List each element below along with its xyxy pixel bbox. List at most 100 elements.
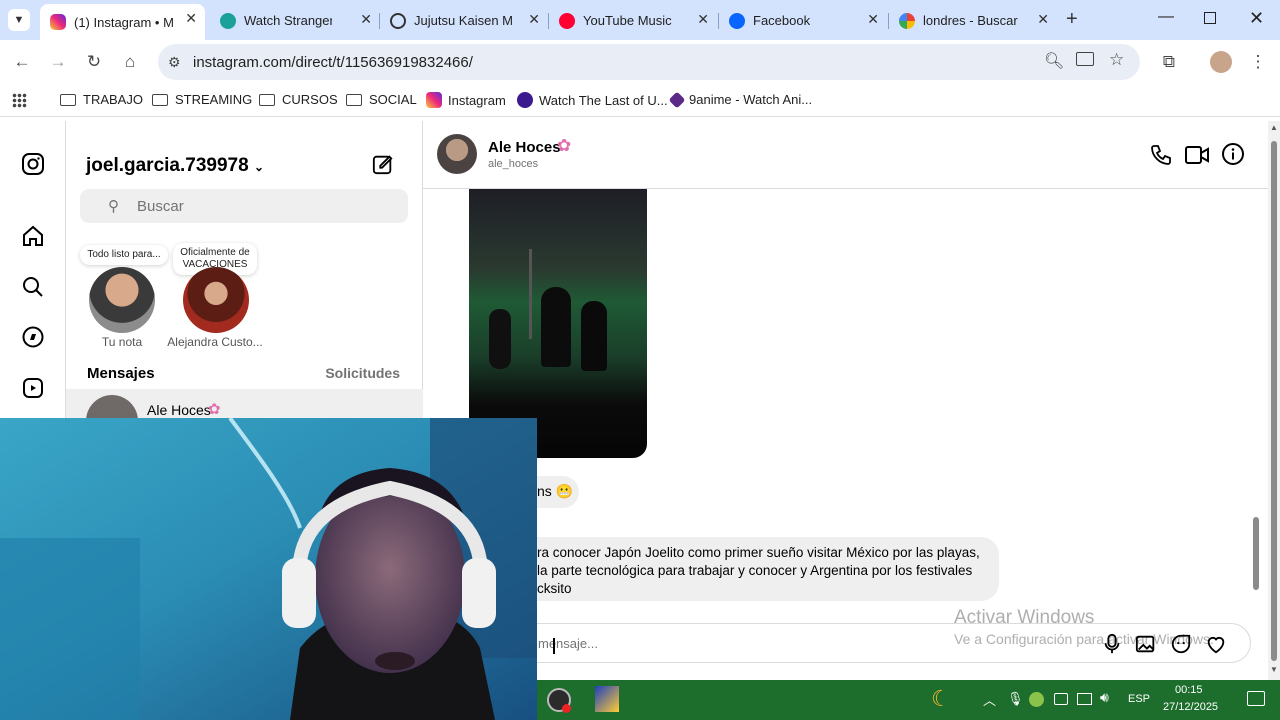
sticker-icon[interactable] xyxy=(1170,633,1192,655)
profile-avatar[interactable] xyxy=(1210,51,1232,73)
tab-google[interactable]: londres - Buscar con Google ✕ xyxy=(889,5,1057,36)
tab-jujutsu[interactable]: Jujutsu Kaisen Movie ✕ xyxy=(380,5,548,36)
explore-compass-icon[interactable] xyxy=(21,325,45,349)
info-icon[interactable] xyxy=(1221,142,1245,166)
tab-search-button[interactable]: ▼ xyxy=(8,9,30,31)
app-tray-icon[interactable] xyxy=(1029,692,1044,707)
notifications-icon[interactable] xyxy=(1247,691,1265,706)
scroll-down-arrow-icon[interactable]: ▼ xyxy=(1270,665,1278,674)
new-tab-plus-icon[interactable]: + xyxy=(1066,8,1078,31)
bookmark-folder[interactable]: STREAMING xyxy=(152,92,252,107)
bookmark-folder[interactable]: TRABAJO xyxy=(60,92,143,107)
close-window-icon[interactable]: ✕ xyxy=(1249,8,1264,29)
photo-window-frame xyxy=(529,249,532,339)
tab-title: Watch Stranger Things xyxy=(244,13,332,28)
apps-grid-icon[interactable] xyxy=(12,93,27,108)
bookmarks-bar: TRABAJO STREAMING CURSOS SOCIAL Instagra… xyxy=(0,84,1280,117)
show-hidden-icons-chevron-icon[interactable]: ︿ xyxy=(983,690,996,709)
close-icon[interactable]: ✕ xyxy=(360,11,372,28)
photo-silhouette xyxy=(489,309,511,369)
account-switcher[interactable]: joel.garcia.739978 ⌄ xyxy=(86,155,264,177)
menu-icon[interactable]: ⋮ xyxy=(1246,50,1270,74)
photo-silhouette xyxy=(581,301,607,371)
stream-icon xyxy=(220,12,236,29)
close-icon[interactable]: ✕ xyxy=(1037,11,1049,28)
page-scrollbar[interactable]: ▲ ▼ xyxy=(1268,121,1280,680)
chat-panel: Ale Hoces ✿ ale_hoces ns 😬 ra conocer Ja… xyxy=(423,121,1268,680)
microphone-icon[interactable] xyxy=(1101,633,1123,655)
tab-facebook[interactable]: Facebook ✕ xyxy=(719,5,887,36)
close-icon[interactable]: ✕ xyxy=(697,11,709,28)
my-note-avatar[interactable] xyxy=(89,267,155,333)
composer-placeholder: mensaje... xyxy=(538,636,598,651)
microphone-tray-icon[interactable]: 🎙︎ xyxy=(1007,691,1024,707)
image-upload-icon[interactable] xyxy=(1135,633,1157,655)
minimize-icon[interactable]: — xyxy=(1158,8,1174,26)
home-icon[interactable] xyxy=(21,224,45,248)
zoom-icon[interactable]: 🔍︎ xyxy=(1044,51,1064,71)
video-call-icon[interactable] xyxy=(1184,143,1210,167)
network-icon[interactable] xyxy=(1077,693,1092,705)
play-icon xyxy=(517,92,533,108)
chat-contact-handle: ale_hoces xyxy=(488,158,539,170)
heart-icon[interactable] xyxy=(1205,633,1227,655)
webcam-overlay xyxy=(0,418,537,720)
chevron-down-icon: ⌄ xyxy=(253,160,265,174)
bookmark-folder[interactable]: SOCIAL xyxy=(346,92,417,107)
close-icon[interactable]: ✕ xyxy=(867,11,879,28)
mouse-cursor-icon xyxy=(553,638,555,654)
site-info-icon[interactable]: ⚙ xyxy=(168,54,181,71)
folder-icon xyxy=(152,93,168,106)
note-bubble[interactable]: Todo listo para... xyxy=(80,245,168,265)
scroll-up-arrow-icon[interactable]: ▲ xyxy=(1270,123,1278,132)
clock-date[interactable]: 27/12/2025 xyxy=(1163,701,1218,713)
restore-icon[interactable] xyxy=(1204,12,1216,24)
google-icon xyxy=(899,12,915,29)
clock-time[interactable]: 00:15 xyxy=(1175,684,1203,696)
app-icon[interactable] xyxy=(595,686,619,712)
tab-title: Facebook xyxy=(753,13,811,28)
back-icon[interactable]: ← xyxy=(10,50,34,74)
tab-youtube-music[interactable]: YouTube Music ✕ xyxy=(549,5,717,36)
message-text: ra conocer Japón Joelito como primer sue… xyxy=(537,545,980,596)
requests-link[interactable]: Solicitudes xyxy=(325,365,400,381)
facebook-icon xyxy=(729,12,745,29)
install-app-icon[interactable] xyxy=(1076,52,1094,66)
reload-icon[interactable]: ↻ xyxy=(82,50,106,74)
extensions-icon[interactable]: ⧉ xyxy=(1157,50,1181,74)
tab-stranger-things[interactable]: Watch Stranger Things ✕ xyxy=(210,5,380,36)
chat-contact-name[interactable]: Ale Hoces xyxy=(488,139,561,156)
avatar[interactable] xyxy=(437,134,477,174)
folder-icon xyxy=(346,93,362,106)
bookmark-9anime[interactable]: 9anime - Watch Ani... xyxy=(668,91,812,108)
phone-call-icon[interactable] xyxy=(1149,143,1173,167)
compose-icon[interactable] xyxy=(372,153,394,175)
language-indicator[interactable]: ESP xyxy=(1128,693,1150,705)
search-input[interactable]: ⚲ Buscar xyxy=(80,189,408,223)
chat-scrollbar-thumb[interactable] xyxy=(1253,517,1259,590)
tab-instagram[interactable]: (1) Instagram • Mensajes ✕ xyxy=(40,4,205,40)
close-icon[interactable]: ✕ xyxy=(185,10,197,27)
volume-icon[interactable]: 🔊︎ xyxy=(1100,689,1109,706)
camera-tray-icon[interactable] xyxy=(1054,693,1068,705)
close-icon[interactable]: ✕ xyxy=(528,11,540,28)
message-composer[interactable]: mensaje... xyxy=(513,623,1251,663)
home-icon[interactable]: ⌂ xyxy=(118,50,142,74)
instagram-logo-icon[interactable] xyxy=(21,152,45,176)
bookmark-folder[interactable]: CURSOS xyxy=(259,92,338,107)
night-light-moon-icon[interactable]: ☾ xyxy=(931,686,951,712)
scrollbar-thumb[interactable] xyxy=(1271,141,1277,661)
reels-icon[interactable] xyxy=(21,376,45,400)
flower-emoji-icon: ✿ xyxy=(557,136,572,155)
flower-emoji-icon: ✿ xyxy=(208,401,221,418)
tab-title: Jujutsu Kaisen Movie xyxy=(414,13,512,28)
friend-note-avatar[interactable] xyxy=(183,267,249,333)
address-bar[interactable]: ⚙ instagram.com/direct/t/115636919832466… xyxy=(158,44,1140,80)
webcam-feed xyxy=(0,418,537,720)
messages-heading: Mensajes xyxy=(87,365,155,382)
search-icon[interactable] xyxy=(21,275,45,299)
forward-icon[interactable]: → xyxy=(46,50,70,74)
bookmark-last-of-us[interactable]: Watch The Last of U... xyxy=(517,92,668,108)
bookmark-star-icon[interactable]: ☆ xyxy=(1109,50,1124,70)
bookmark-instagram[interactable]: Instagram xyxy=(426,92,506,108)
